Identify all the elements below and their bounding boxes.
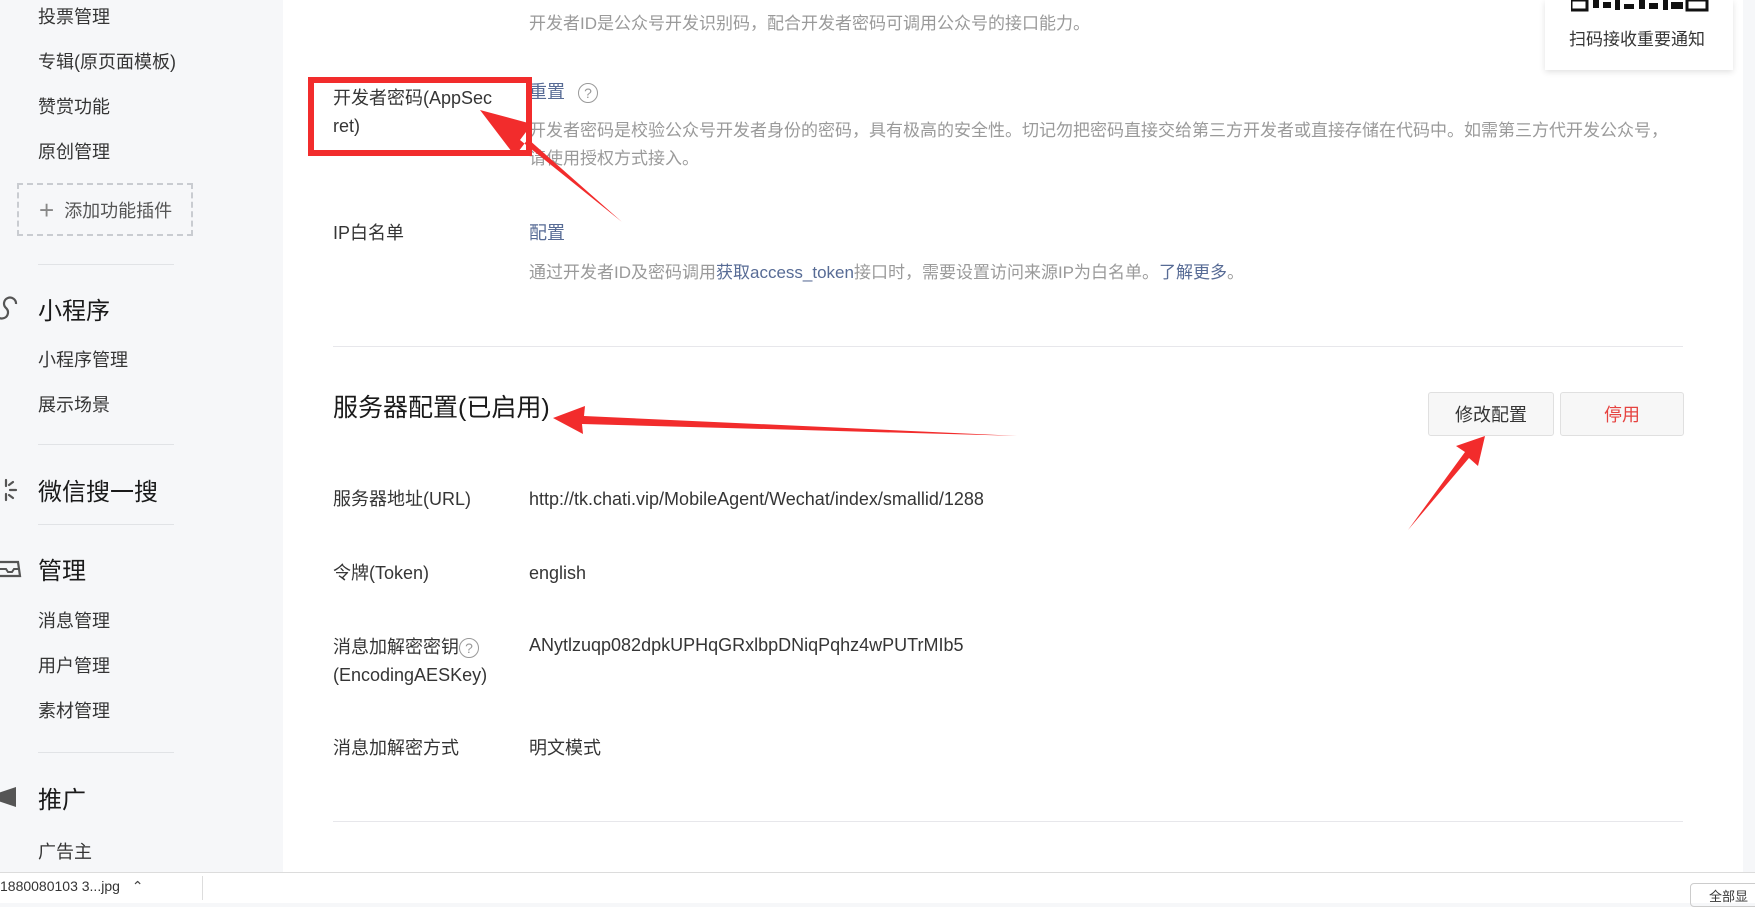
inbox-icon — [0, 556, 26, 582]
encryption-mode-value: 明文模式 — [529, 738, 601, 758]
aes-key-label-text: 消息加解密密钥 — [333, 637, 459, 657]
aes-key-label-text2: (EncodingAESKey) — [333, 665, 488, 685]
sidebar-item-miniprogram-manage[interactable]: 小程序管理 — [38, 346, 128, 372]
server-url-label: 服务器地址(URL) — [333, 489, 471, 509]
sidebar-group-search[interactable]: 微信搜一搜 — [0, 472, 158, 507]
show-all-downloads-button[interactable]: 全部显 — [1690, 883, 1755, 907]
sidebar-item-advertiser[interactable]: 广告主 — [38, 838, 92, 864]
section-divider — [333, 821, 1683, 822]
download-bar: 1880080103 3...jpg ⌃ 全部显 — [0, 872, 1755, 907]
appsecret-label: 开发者密码(AppSec ret) — [333, 84, 498, 140]
qr-notify-card[interactable]: 扫码接收重要通知 — [1545, 0, 1733, 70]
sidebar-item-materials[interactable]: 素材管理 — [38, 697, 110, 723]
plus-icon: + — [39, 194, 55, 225]
sidebar-group-manage[interactable]: 管理 — [0, 551, 86, 586]
sidebar-divider — [38, 444, 174, 445]
ip-config-link-wrap: 配置 — [529, 219, 565, 247]
sidebar-group-label: 推广 — [38, 787, 86, 814]
learn-more-link[interactable]: 了解更多 — [1159, 263, 1227, 282]
sidebar-item-users[interactable]: 用户管理 — [38, 652, 110, 678]
sidebar-item-messages[interactable]: 消息管理 — [38, 607, 110, 633]
download-separator — [202, 876, 203, 900]
sidebar-group-promo[interactable]: 推广 — [0, 780, 86, 815]
access-token-link[interactable]: 获取access_token — [716, 263, 854, 282]
ip-desc-text: 。 — [1227, 263, 1245, 282]
sidebar-divider — [38, 752, 174, 753]
help-icon[interactable]: ? — [459, 638, 479, 659]
token-label: 令牌(Token) — [333, 563, 430, 583]
add-plugin-label: 添加功能插件 — [64, 200, 173, 221]
encryption-mode-label: 消息加解密方式 — [333, 738, 459, 758]
aes-key-label: 消息加解密密钥? (EncodingAESKey) — [333, 633, 487, 689]
sidebar-group-label: 管理 — [38, 558, 86, 585]
ip-description: 通过开发者ID及密码调用获取access_token接口时，需要设置访问来源IP… — [529, 259, 1244, 287]
sidebar: 投票管理 专辑(原页面模板) 赞赏功能 原创管理 + 添加功能插件 小程序 小程… — [0, 0, 283, 872]
main-panel: 开发者ID是公众号开发识别码，配合开发者密码可调用公众号的接口能力。 开发者密码… — [283, 0, 1743, 872]
help-icon[interactable]: ? — [578, 83, 599, 104]
ip-whitelist-label: IP白名单 — [333, 223, 405, 243]
appsecret-actions: 重置 ? — [529, 78, 599, 106]
ip-config-link[interactable]: 配置 — [529, 223, 565, 243]
sidebar-divider — [38, 524, 174, 525]
appid-description: 开发者ID是公众号开发识别码，配合开发者密码可调用公众号的接口能力。 — [529, 14, 1090, 33]
appsecret-label-line1: 开发者密码(AppSec — [333, 88, 493, 108]
megaphone-icon — [0, 785, 26, 811]
sidebar-item-scenes[interactable]: 展示场景 — [38, 391, 110, 417]
reset-secret-link[interactable]: 重置 — [529, 82, 565, 102]
sidebar-item-album[interactable]: 专辑(原页面模板) — [38, 48, 176, 74]
sidebar-item-original[interactable]: 原创管理 — [38, 138, 110, 164]
download-item[interactable]: 1880080103 3...jpg ⌃ — [0, 878, 144, 895]
sidebar-divider — [38, 264, 174, 265]
download-filename: 1880080103 3...jpg — [0, 878, 120, 894]
sidebar-group-miniprogram[interactable]: 小程序 — [0, 291, 110, 326]
appsecret-label-line2: ret) — [333, 116, 360, 136]
server-url-value: http://tk.chati.vip/MobileAgent/Wechat/i… — [529, 489, 984, 509]
ip-desc-text: 接口时，需要设置访问来源IP为白名单。 — [853, 263, 1160, 282]
ip-desc-text: 通过开发者ID及密码调用 — [529, 263, 716, 282]
search-sparkle-icon — [0, 477, 26, 503]
appsecret-description: 开发者密码是校验公众号开发者身份的密码，具有极高的安全性。切记勿把密码直接交给第… — [529, 121, 1668, 168]
sidebar-item-vote[interactable]: 投票管理 — [38, 3, 110, 29]
aes-key-value: ANytlzuqp082dpkUPHqGRxlbpDNiqPqhz4wPUTrM… — [529, 635, 964, 655]
sidebar-group-label: 小程序 — [38, 298, 110, 325]
server-config-title: 服务器配置(已启用) — [333, 394, 550, 422]
disable-button[interactable]: 停用 — [1560, 392, 1684, 436]
miniprogram-icon — [0, 295, 26, 322]
add-plugin-button[interactable]: + 添加功能插件 — [17, 183, 193, 236]
modify-config-button[interactable]: 修改配置 — [1428, 392, 1554, 436]
qr-code-icon — [1571, 0, 1709, 12]
sidebar-item-reward[interactable]: 赞赏功能 — [38, 93, 110, 119]
sidebar-group-label: 微信搜一搜 — [38, 479, 158, 506]
chevron-up-icon[interactable]: ⌃ — [132, 878, 144, 894]
token-value: english — [529, 563, 587, 583]
qr-notify-text: 扫码接收重要通知 — [1569, 30, 1705, 49]
section-divider — [333, 346, 1683, 347]
